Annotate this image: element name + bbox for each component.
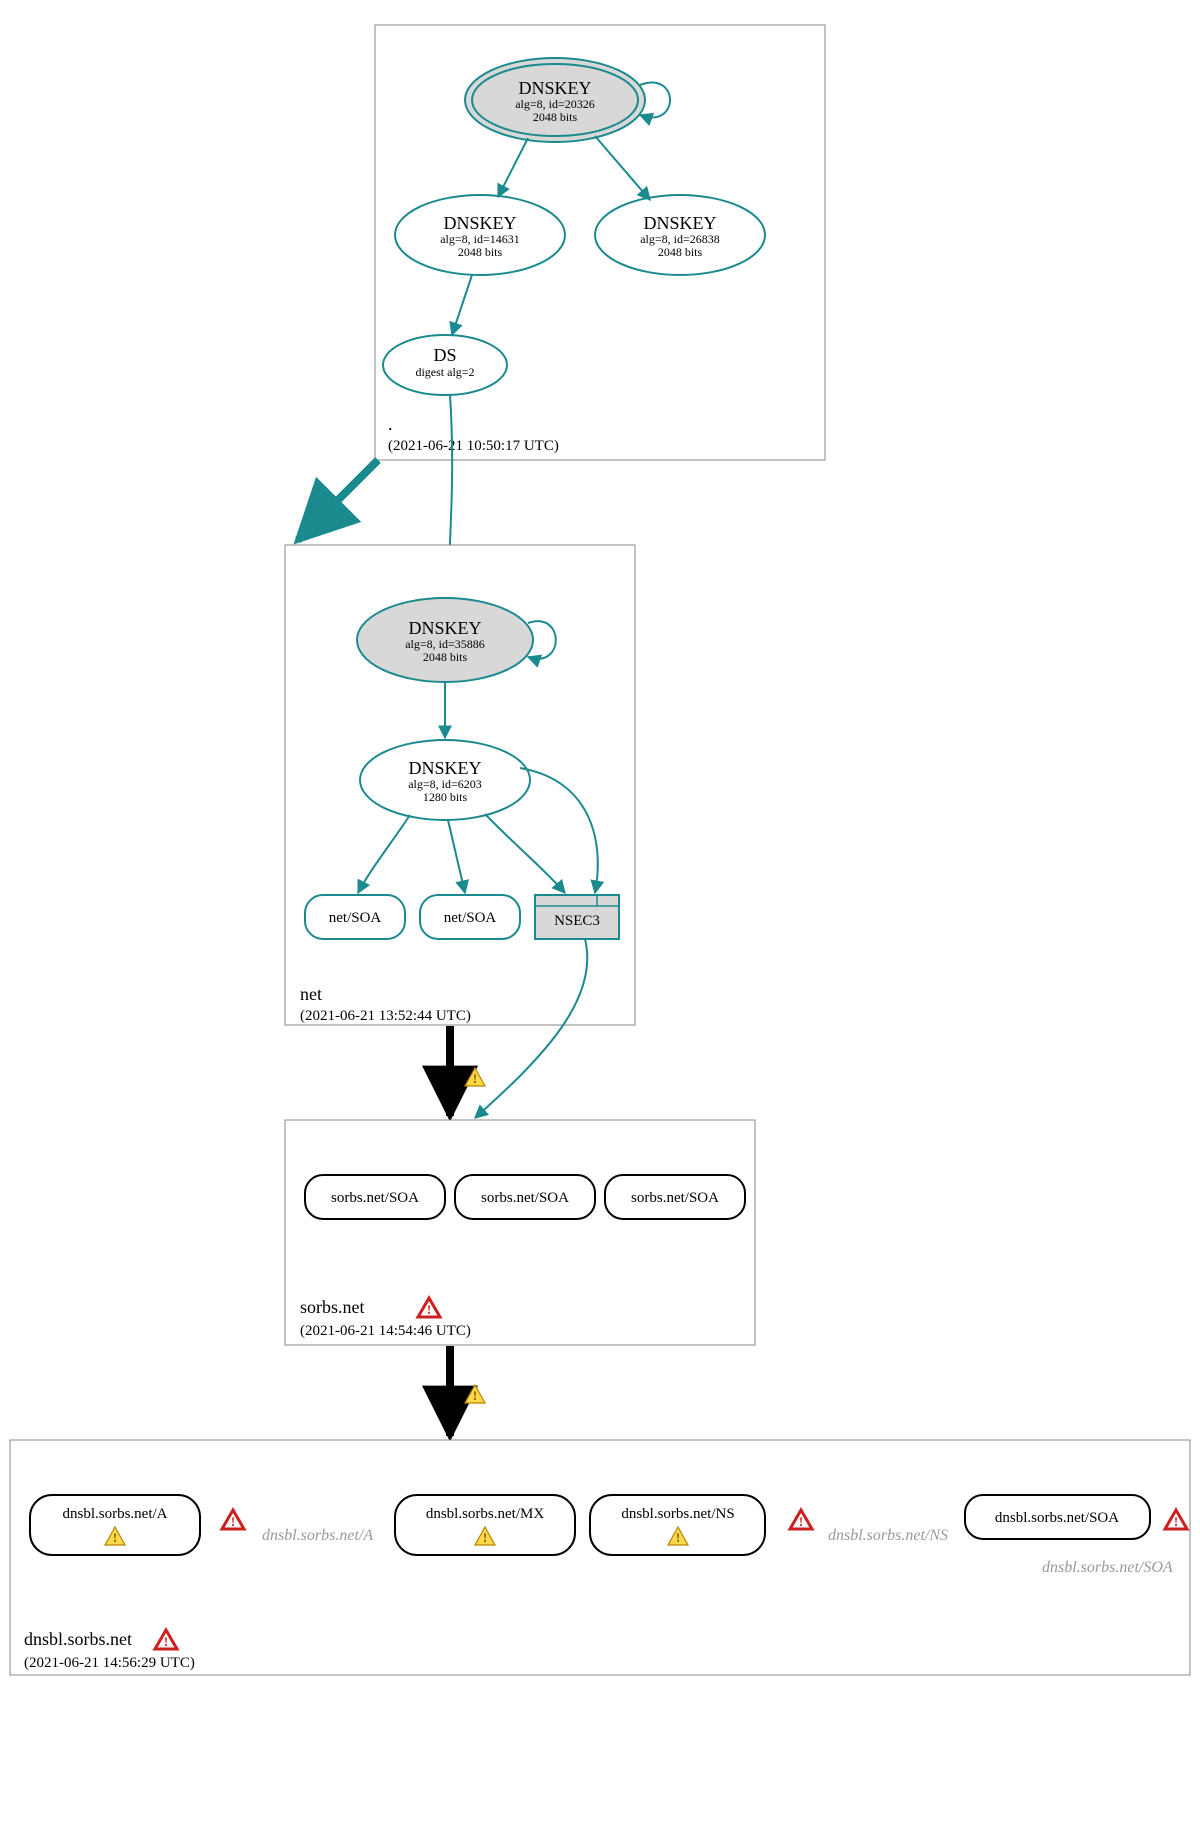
svg-text:!: ! — [231, 1514, 235, 1529]
sorbs-soa3-title: sorbs.net/SOA — [631, 1190, 719, 1206]
zone-root: DNSKEY alg=8, id=20326 2048 bits DNSKEY … — [375, 25, 825, 460]
svg-text:!: ! — [473, 1388, 477, 1403]
dnsbl-faded-soa: dnsbl.sorbs.net/SOA — [1042, 1559, 1173, 1576]
node-root-zsk2: DNSKEY alg=8, id=26838 2048 bits — [595, 195, 765, 275]
zone-dnsbl: dnsbl.sorbs.net/A ! ! dnsbl.sorbs.net/A … — [10, 1440, 1190, 1675]
root-zsk2-title: DNSKEY — [643, 213, 716, 233]
warning-icon: ! — [465, 1068, 485, 1086]
node-dnsbl-mx: dnsbl.sorbs.net/MX ! — [395, 1495, 575, 1555]
zone-sorbs-time: (2021-06-21 14:54:46 UTC) — [300, 1323, 471, 1339]
dnsbl-a-title: dnsbl.sorbs.net/A — [63, 1506, 168, 1522]
zone-net-name: net — [300, 984, 322, 1004]
net-zsk-line1: alg=8, id=6203 — [408, 777, 482, 791]
root-zsk1-line1: alg=8, id=14631 — [440, 232, 520, 246]
root-ds-title: DS — [433, 345, 456, 365]
svg-text:!: ! — [483, 1530, 487, 1545]
svg-text:!: ! — [113, 1530, 117, 1545]
node-dnsbl-soa: dnsbl.sorbs.net/SOA — [965, 1495, 1150, 1539]
net-nsec-title: NSEC3 — [554, 913, 600, 929]
dnsbl-soa-title: dnsbl.sorbs.net/SOA — [995, 1510, 1119, 1526]
node-root-zsk1: DNSKEY alg=8, id=14631 2048 bits — [395, 195, 565, 275]
sorbs-soa2-title: sorbs.net/SOA — [481, 1190, 569, 1206]
root-zsk2-line1: alg=8, id=26838 — [640, 232, 720, 246]
zone-sorbs: sorbs.net/SOA sorbs.net/SOA sorbs.net/SO… — [285, 1120, 755, 1345]
net-ksk-line2: 2048 bits — [423, 650, 468, 664]
edge-delegation-root-net — [298, 460, 378, 540]
zone-net: DNSKEY alg=8, id=35886 2048 bits DNSKEY … — [285, 545, 635, 1025]
root-zsk1-title: DNSKEY — [443, 213, 516, 233]
node-net-ksk: DNSKEY alg=8, id=35886 2048 bits — [357, 598, 533, 682]
root-ksk-line1: alg=8, id=20326 — [515, 97, 595, 111]
net-soa2-title: net/SOA — [444, 910, 497, 926]
net-soa1-title: net/SOA — [329, 910, 382, 926]
node-sorbs-soa3: sorbs.net/SOA — [605, 1175, 745, 1219]
node-net-soa2: net/SOA — [420, 895, 520, 939]
zone-root-time: (2021-06-21 10:50:17 UTC) — [388, 438, 559, 454]
node-net-nsec3: NSEC3 — [535, 895, 619, 939]
net-ksk-line1: alg=8, id=35886 — [405, 637, 485, 651]
net-zsk-line2: 1280 bits — [423, 790, 468, 804]
zone-net-time: (2021-06-21 13:52:44 UTC) — [300, 1008, 471, 1024]
zone-dnsbl-name: dnsbl.sorbs.net — [24, 1629, 132, 1649]
warning-icon: ! — [465, 1385, 485, 1403]
node-net-soa1: net/SOA — [305, 895, 405, 939]
node-sorbs-soa1: sorbs.net/SOA — [305, 1175, 445, 1219]
zone-dnsbl-time: (2021-06-21 14:56:29 UTC) — [24, 1655, 195, 1671]
svg-text:!: ! — [164, 1634, 168, 1649]
svg-text:!: ! — [473, 1071, 477, 1086]
dnsbl-mx-title: dnsbl.sorbs.net/MX — [426, 1506, 545, 1522]
zone-sorbs-name: sorbs.net — [300, 1297, 365, 1317]
svg-text:!: ! — [427, 1302, 431, 1317]
node-root-ksk: DNSKEY alg=8, id=20326 2048 bits — [465, 58, 645, 142]
dnsbl-faded-ns: dnsbl.sorbs.net/NS — [828, 1527, 948, 1544]
dnsbl-ns-title: dnsbl.sorbs.net/NS — [621, 1506, 734, 1522]
root-zsk2-line2: 2048 bits — [658, 245, 703, 259]
svg-text:!: ! — [799, 1514, 803, 1529]
root-zsk1-line2: 2048 bits — [458, 245, 503, 259]
root-ksk-title: DNSKEY — [518, 78, 591, 98]
node-sorbs-soa2: sorbs.net/SOA — [455, 1175, 595, 1219]
root-ds-line1: digest alg=2 — [415, 365, 474, 379]
svg-text:!: ! — [1174, 1514, 1178, 1529]
net-ksk-title: DNSKEY — [408, 618, 481, 638]
svg-text:!: ! — [676, 1530, 680, 1545]
dnsbl-faded-a: dnsbl.sorbs.net/A — [262, 1527, 373, 1544]
node-dnsbl-a: dnsbl.sorbs.net/A ! — [30, 1495, 200, 1555]
node-dnsbl-ns: dnsbl.sorbs.net/NS ! — [590, 1495, 765, 1555]
node-net-zsk: DNSKEY alg=8, id=6203 1280 bits — [360, 740, 530, 820]
node-root-ds: DS digest alg=2 — [383, 335, 507, 395]
zone-root-name: . — [388, 414, 393, 434]
net-zsk-title: DNSKEY — [408, 758, 481, 778]
root-ksk-line2: 2048 bits — [533, 110, 578, 124]
sorbs-soa1-title: sorbs.net/SOA — [331, 1190, 419, 1206]
